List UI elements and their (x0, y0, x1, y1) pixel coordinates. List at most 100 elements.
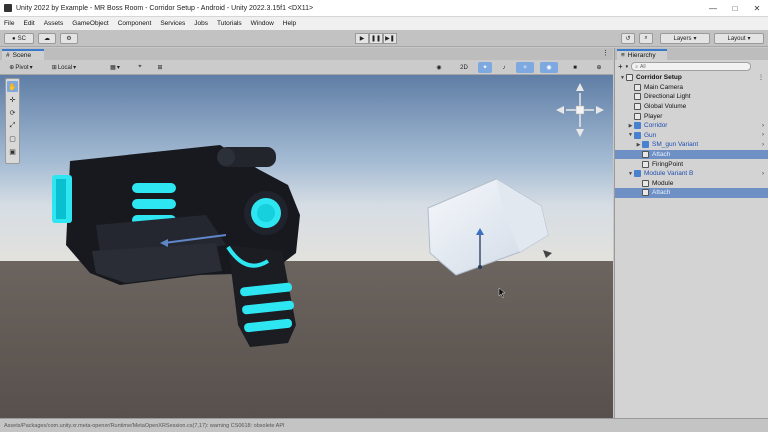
account-button[interactable]: ● SC (4, 33, 34, 44)
hierarchy-item-label: Module (652, 179, 674, 187)
foldout-arrow-icon[interactable]: ▼ (627, 171, 634, 177)
open-prefab-icon[interactable]: › (762, 142, 764, 148)
foldout-arrow-icon[interactable]: ▼ (627, 132, 634, 138)
menu-jobs[interactable]: Jobs (194, 20, 208, 27)
hierarchy-item[interactable]: ▼ Gun › (615, 131, 768, 141)
hierarchy-item[interactable]: Directional Light (615, 92, 768, 102)
menu-edit[interactable]: Edit (23, 20, 34, 27)
maximize-button[interactable]: □ (724, 0, 746, 17)
open-prefab-icon[interactable]: › (762, 171, 764, 177)
rect-tool-icon[interactable]: ▢ (7, 133, 18, 144)
grid-toggle[interactable]: ▦ ▾ (104, 62, 126, 73)
close-button[interactable]: ✕ (746, 0, 768, 17)
more-options-icon[interactable]: ⋮ (758, 74, 764, 81)
layers-dropdown[interactable]: Layers ▾ (660, 33, 710, 44)
gameobject-icon (642, 160, 649, 168)
pause-button[interactable]: ❚❚ (369, 33, 383, 44)
chevron-down-icon[interactable]: ▾ (626, 64, 629, 70)
prefab-icon (634, 170, 641, 178)
cloud-button[interactable]: ☁ (38, 33, 56, 44)
menu-file[interactable]: File (4, 20, 14, 27)
rotate-tool-icon[interactable]: ⟳ (7, 107, 18, 118)
hierarchy-tab-label: Hierarchy (627, 52, 656, 59)
draw-mode-dropdown[interactable]: ◉ (430, 62, 448, 73)
menu-window[interactable]: Window (251, 20, 274, 27)
camera-settings-button[interactable]: ■ (566, 62, 584, 73)
foldout-arrow-icon[interactable]: ▶ (635, 142, 642, 148)
hierarchy-item[interactable]: FiringPoint (615, 159, 768, 169)
hierarchy-item[interactable]: ▶ SM_gun Variant › (615, 140, 768, 150)
hierarchy-item-label: Main Camera (644, 83, 684, 91)
gameobject-icon (642, 189, 649, 197)
menu-services[interactable]: Services (160, 20, 185, 27)
window-title: Unity 2022 by Example - MR Boss Room - C… (16, 4, 314, 12)
tools-overlay: ✋ ✛ ⟳ ⤢ ▢ ▣ (5, 78, 20, 164)
hierarchy-item-label: Global Volume (644, 103, 687, 111)
add-icon[interactable]: + (618, 62, 623, 71)
scene-tab-label: Scene (12, 52, 32, 59)
pivot-icon: ⊕ (9, 65, 15, 71)
chevron-down-icon: ▾ (29, 65, 33, 71)
pivot-dropdown[interactable]: ⊕ Pivot ▾ (4, 62, 38, 73)
undo-history-button[interactable]: ↺ (621, 33, 635, 44)
transform-tool-icon[interactable]: ▣ (7, 146, 18, 157)
view-2d-toggle[interactable]: 2D (456, 62, 472, 73)
hierarchy-item[interactable]: Attach (615, 188, 768, 198)
menu-gameobject[interactable]: GameObject (72, 20, 109, 27)
tab-scene[interactable]: # Scene (2, 49, 44, 60)
open-prefab-icon[interactable]: › (762, 123, 764, 129)
hand-tool-icon[interactable]: ✋ (7, 81, 18, 92)
audio-toggle[interactable]: ♪ (497, 62, 511, 73)
prefab-icon (642, 141, 649, 149)
hierarchy-item[interactable]: Main Camera (615, 83, 768, 93)
account-label: SC (17, 35, 26, 42)
gizmos-dropdown[interactable]: ⊕ (590, 62, 608, 73)
hierarchy-item-label: Player (644, 112, 663, 120)
menu-assets[interactable]: Assets (44, 20, 64, 27)
lighting-toggle[interactable]: ✦ (478, 62, 492, 73)
scale-tool-icon[interactable]: ⤢ (7, 120, 18, 131)
hierarchy-item[interactable]: ▶ Corridor › (615, 121, 768, 131)
hierarchy-item[interactable]: Module (615, 179, 768, 189)
scene-render (0, 75, 613, 418)
foldout-arrow-icon[interactable]: ▶ (627, 123, 634, 129)
hierarchy-item[interactable]: ▼ Module Variant B › (615, 169, 768, 179)
hierarchy-item[interactable]: Global Volume (615, 102, 768, 112)
prefab-icon (634, 131, 641, 139)
local-dropdown[interactable]: ⊞ Local ▾ (44, 62, 84, 73)
hierarchy-item-label: Gun (644, 131, 657, 139)
hidden-objects-toggle[interactable]: ◉ (540, 62, 558, 73)
history-icon: ↺ (625, 36, 631, 42)
scene-viewport[interactable] (0, 75, 613, 418)
hierarchy-item[interactable]: ▼ Corridor Setup ⋮ (615, 73, 768, 83)
scene-tab-menu-icon[interactable]: ⋮ (602, 49, 609, 57)
move-tool-icon[interactable]: ✛ (7, 94, 18, 105)
chevron-down-icon: ▾ (693, 36, 697, 42)
layers-label: Layers (673, 35, 692, 42)
hierarchy-tab-icon: ≡ (621, 52, 625, 59)
play-button[interactable]: ▶ (355, 33, 369, 44)
layout-dropdown[interactable]: Layout ▾ (714, 33, 764, 44)
menu-tutorials[interactable]: Tutorials (217, 20, 242, 27)
menu-help[interactable]: Help (283, 20, 296, 27)
minimize-button[interactable]: — (702, 0, 724, 17)
services-settings-button[interactable]: ⚙ (60, 33, 78, 44)
effects-icon: ✧ (522, 65, 528, 71)
effects-toggle[interactable]: ✧ (516, 62, 534, 73)
step-button[interactable]: ▶❚ (383, 33, 397, 44)
menu-component[interactable]: Component (118, 20, 152, 27)
hierarchy-item[interactable]: Player (615, 111, 768, 121)
search-button[interactable]: ⌕ (639, 33, 653, 44)
hierarchy-search-input[interactable]: ⌕ All (631, 62, 752, 71)
hierarchy-item-label: FiringPoint (652, 160, 684, 168)
foldout-arrow-icon[interactable]: ▼ (619, 75, 626, 81)
tab-hierarchy[interactable]: ≡ Hierarchy (617, 49, 667, 60)
open-prefab-icon[interactable]: › (762, 132, 764, 138)
gameobject-icon (634, 112, 641, 120)
increment-snap-button[interactable]: ⊞ (152, 62, 168, 73)
hierarchy-item-label: Attach (652, 151, 671, 159)
light-bulb-icon: ✦ (482, 65, 488, 71)
console-status-text[interactable]: Assets/Packages/com.unity.xr.meta-openxr… (4, 423, 704, 429)
hierarchy-item[interactable]: Attach (615, 149, 768, 160)
snap-toggle[interactable]: ⌖ (130, 62, 150, 73)
